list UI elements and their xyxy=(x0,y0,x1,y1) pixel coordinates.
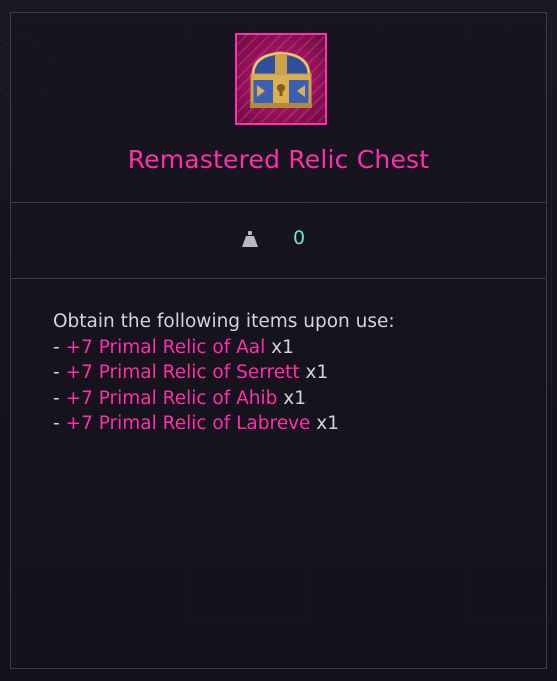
reward-item-name: +7 Primal Relic of Serrett xyxy=(65,362,300,383)
chest-illustration xyxy=(250,51,312,108)
reward-item-name: +7 Primal Relic of Ahib xyxy=(65,387,278,409)
divider xyxy=(11,278,546,279)
reward-quantity: x1 xyxy=(299,362,329,383)
reward-item-name: +7 Primal Relic of Aal xyxy=(65,336,266,358)
reward-line: - +7 Primal Relic of Labreve x1 xyxy=(53,413,340,434)
reward-quantity: x1 xyxy=(310,413,340,434)
weight-value: 0 xyxy=(293,227,306,249)
reward-item-name: +7 Primal Relic of Labreve xyxy=(65,413,311,434)
treasure-chest-icon xyxy=(235,33,327,125)
tooltip-header: Remastered Relic Chest xyxy=(11,13,546,202)
reward-quantity: x1 xyxy=(277,387,306,409)
item-description: Obtain the following items upon use: - +… xyxy=(53,309,395,437)
item-name: Remastered Relic Chest xyxy=(127,145,430,174)
reward-line: - +7 Primal Relic of Serrett x1 xyxy=(53,362,329,383)
reward-quantity: x1 xyxy=(265,336,294,358)
item-tooltip: Remastered Relic Chest 0 Obtain the foll… xyxy=(10,12,547,669)
stat-row: 0 xyxy=(11,203,546,279)
game-screen: Remastered Relic Chest 0 Obtain the foll… xyxy=(0,0,557,681)
reward-line: - +7 Primal Relic of Aal x1 xyxy=(53,336,294,358)
description-intro: Obtain the following items upon use: xyxy=(53,311,395,332)
reward-line: - +7 Primal Relic of Ahib x1 xyxy=(53,387,306,409)
weight-icon xyxy=(242,231,258,247)
